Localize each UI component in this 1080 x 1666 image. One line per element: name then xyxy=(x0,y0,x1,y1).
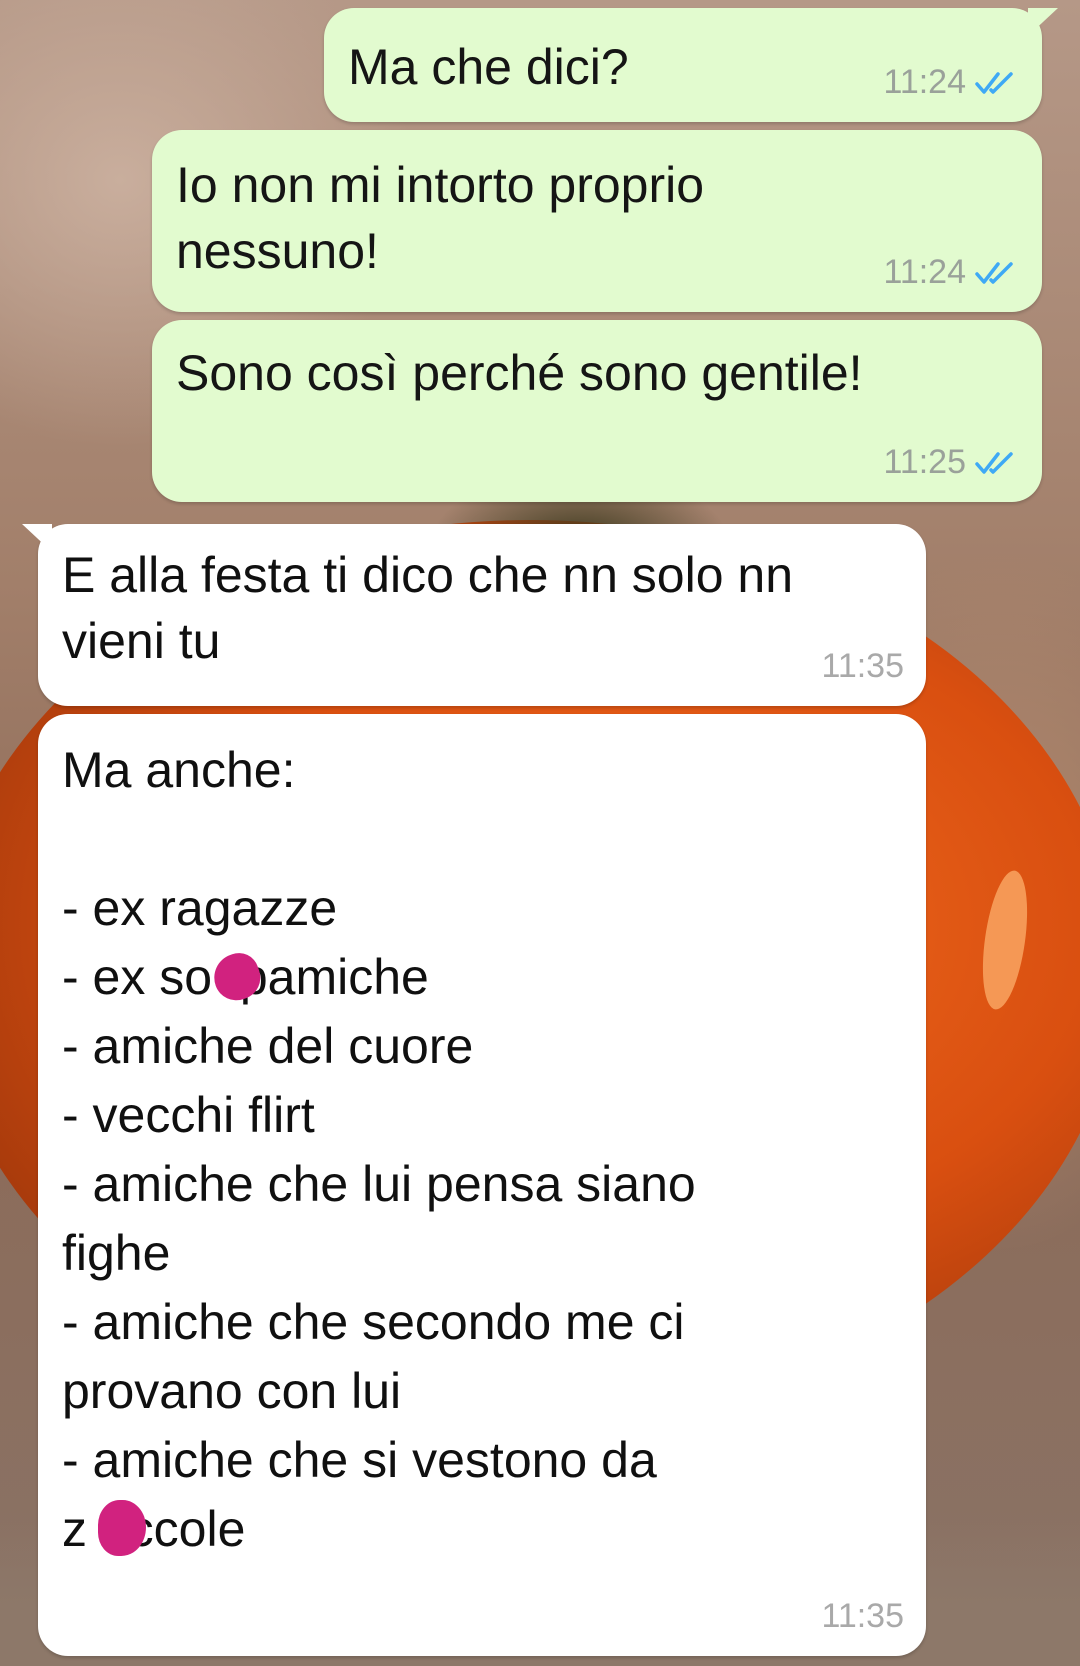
message-list[interactable]: Ma che dici? 11:24 Io non mi intorto pro… xyxy=(0,0,1080,1666)
message-text: Sono così perché sono gentile! xyxy=(176,345,863,401)
outgoing-message[interactable]: Io non mi intorto proprio nessuno! 11:24 xyxy=(152,130,1042,312)
message-text: Ma anche: - ex ragazze - ex so pamiche -… xyxy=(62,742,696,1557)
double-check-icon xyxy=(975,261,1013,284)
bubble-tail xyxy=(22,524,52,552)
message-time: 11:24 xyxy=(883,253,966,291)
message-meta: 11:24 xyxy=(883,63,1020,102)
double-check-icon xyxy=(975,71,1013,94)
message-meta: 11:35 xyxy=(821,647,904,686)
incoming-message[interactable]: E alla festa ti dico che nn solo nn vien… xyxy=(22,524,926,706)
outgoing-message[interactable]: Sono così perché sono gentile! 11:25 xyxy=(152,320,1042,502)
message-text: E alla festa ti dico che nn solo nn vien… xyxy=(62,547,794,669)
message-meta: 11:35 xyxy=(821,1597,904,1636)
message-meta: 11:25 xyxy=(883,443,1020,482)
message-time: 11:35 xyxy=(821,1597,904,1635)
bubble-tail xyxy=(1028,8,1058,36)
message-time: 11:35 xyxy=(821,647,904,685)
message-meta: 11:24 xyxy=(883,253,1020,292)
message-time: 11:24 xyxy=(883,63,966,101)
incoming-message[interactable]: Ma anche: - ex ragazze - ex so pamiche -… xyxy=(38,714,926,1656)
message-time: 11:25 xyxy=(883,443,966,481)
double-check-icon xyxy=(975,451,1013,474)
outgoing-message[interactable]: Ma che dici? 11:24 xyxy=(324,8,1058,122)
